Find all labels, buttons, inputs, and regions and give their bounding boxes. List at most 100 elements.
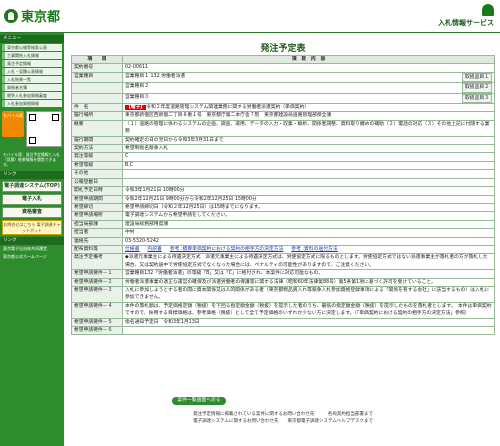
main-content: 発注予定表 項 目 項 目 内 容 契約番号 02-00611 営業種目 営業種目１ … (68, 33, 498, 336)
row-value-text: 希望申請締切日（令和２年12月25日）は15時までになります。 (125, 204, 263, 210)
table-row: 発注等級 C (71, 152, 495, 162)
footer: 発注予定情報に掲載されている案件に関するお問い合わせ先 各局契約担当部署まで 電… (68, 411, 498, 425)
table-row: 配布資料等 仕様書 内訳書 参考 :積算単価契約における契約の相手方の決定方法 参考 :… (71, 244, 495, 255)
table-row: 営業種目 営業種目１ 132 労働者派遣 取扱品目１ (71, 71, 495, 84)
table-row: 開札予定日時 令和3年1月21日 10時00分 (71, 186, 495, 196)
ginkgo-icon (482, 4, 494, 16)
row-label: 担当局部課 (71, 219, 123, 230)
sidebar-site-link[interactable]: 東京都公式ホームページ (0, 253, 64, 261)
table-row: 希望申請要件－２ 労働者派遣事業の適正な運営の確保及び派遣労働者の保護等に関する法… (71, 277, 495, 287)
row-value-text: 契約確定の日の翌日から令和3年3月31日まで (125, 137, 224, 143)
e-bidding-link[interactable]: 電子入札 (2, 194, 62, 205)
row-label: 開札予定日時 (71, 186, 123, 196)
document-link[interactable]: 仕様書 (125, 247, 139, 252)
sidebar-item[interactable]: 工事関係入札情報 (2, 52, 62, 59)
table-row: 契約番号 02-00611 (71, 63, 495, 73)
row-value-text: （１）道路の管理に係わるシステムの企画、調査、運用、データの入力・収集・解析、関… (125, 121, 490, 135)
handling-item: 取扱品目２ (462, 83, 492, 93)
row-label: 希望申請場所 (71, 211, 123, 221)
table-row: 営業種目３ 取扱品目３ (71, 92, 495, 105)
row-value-text: 建設局総務部用度課 (125, 221, 169, 227)
table-row: 希望申請場所 電子調達システムから希望申請をしてください。 (71, 211, 495, 221)
row-value-text: 令和２年度道路管理システム関連業務に関する労働者派遣契約（単価契約） (146, 105, 310, 111)
row-label: 営業種目 (71, 71, 123, 84)
sidebar-heading-menu: メニュー (0, 35, 64, 43)
sidebar-item[interactable]: 東京都公報等検索公表 (2, 44, 62, 51)
tokyo-logo[interactable]: 東京都 (4, 6, 60, 25)
table-header-row: 項 目 項 目 内 容 (71, 54, 495, 65)
sidebar-site-link[interactable]: 東京電子自治体共同運営 (0, 245, 64, 253)
row-value: 指名通知予定日 令和3年1月13日 (122, 317, 495, 328)
document-link[interactable]: 内訳書 (147, 247, 161, 252)
sidebar-item[interactable]: 入札参加資格情報 (2, 100, 62, 107)
logo-text: 東京都 (21, 10, 61, 25)
row-value: 本件の落札額は、予定価格定額（税抜）を下回る指定額金額（税抜）を提示した者のうち… (122, 301, 495, 319)
row-value-text: 営業種目132「労働者派遣」の等級「B」又は「C」に格付され、本案件に対応可能な… (125, 271, 324, 277)
row-value-text: 令和3年1月21日 10時00分 (125, 188, 185, 194)
document-link[interactable]: 参考 :積算単価契約における契約の相手方の決定方法 (170, 247, 283, 252)
sidebar-heading-links: リンク (0, 171, 64, 179)
back-to-list-button[interactable]: 案件一覧画面へ戻る (172, 397, 226, 405)
e-procurement-top-link[interactable]: 電子調達システム(TOP) (2, 181, 62, 192)
footer-line: 電子調達システムに関するお問い合わせ先 東京都電子調達システムヘルプデスクまで (193, 419, 373, 424)
row-value: B,C (122, 160, 495, 171)
row-value (122, 325, 495, 336)
table-row: 履行期間 契約確定の日の翌日から令和3年3月31日まで (71, 135, 495, 146)
row-value: 建設局総務部用度課 (122, 219, 495, 230)
table-row: 希望申請要件－１ 営業種目132「労働者派遣」の等級「B」又は「C」に格付され、本… (71, 269, 495, 279)
table-row: 発注予定備考 ◆派遣元事業主による待遇決定方式 派遣元事業主による待遇決定方式は、… (71, 253, 495, 271)
row-label: 希望申請期間 (71, 194, 123, 204)
row-value: 電子調達システムから希望申請をしてください。 (122, 211, 495, 221)
row-value: C (122, 152, 495, 162)
sidebar-item[interactable]: 発注予定情報 (2, 60, 62, 67)
col-header-item: 項 目 (71, 54, 123, 65)
qualification-link[interactable]: 資格審査 (2, 207, 62, 218)
chatbot-button[interactable]: お問合せはこちら 電子調達チャットボット (2, 220, 62, 235)
sidebar-item[interactable]: 競争入札参加資格審査 (2, 92, 62, 99)
row-label: 発注予定備考 (71, 253, 123, 271)
row-value: 03-5320-5242 (122, 236, 495, 246)
sidebar-item[interactable]: 入札・見積公表情報 (2, 68, 62, 75)
page-title: 発注予定表 (260, 44, 306, 54)
row-label: 契約方法 (71, 144, 123, 154)
detail-table: 項 目 項 目 内 容 契約番号 02-00611 営業種目 営業種目１ 132 労働… (71, 54, 495, 336)
table-row: 希望申請要件－５ 指名通知予定日 令和3年1月13日 (71, 317, 495, 328)
row-value-text: 営業種目３ (125, 94, 149, 100)
service-title: 入札情報サービス (438, 19, 494, 27)
row-label: 希望申請要件－６ (71, 325, 123, 336)
row-value-text: 電子調達システムから希望申請をしてください。 (125, 213, 231, 219)
row-value: 02-00611 (122, 63, 495, 73)
footer-line: 発注予定情報に掲載されている案件に関するお問い合わせ先 各局契約担当部署まで (193, 412, 373, 417)
table-row: その他 (71, 169, 495, 179)
row-value-text: 入札に参加しようとする者の間に資本関係又は人的関係がある者（東京都物品買入れ等競… (125, 287, 490, 301)
sidebar-item[interactable]: 資格者名簿 (2, 84, 62, 91)
sidebar-item[interactable]: 入札結果一覧 (2, 76, 62, 83)
row-label: 担当者 (71, 228, 123, 238)
document-link[interactable]: 参考 :資料の送付方法 (291, 247, 337, 252)
row-value: 営業種目１ 132 労働者派遣 取扱品目１ (122, 71, 495, 84)
table-row: 履行場所 東京都新宿区西新宿二丁目８番１号 東京都庁第二本庁舎７階 東京都建設局道… (71, 111, 495, 121)
mobile-section: モバイル版 (0, 108, 64, 150)
mobile-button[interactable]: モバイル版 (2, 111, 24, 137)
row-label: 履行場所 (71, 111, 123, 121)
row-label: 公報登載日 (71, 177, 123, 188)
row-label: その他 (71, 169, 123, 179)
row-value-text: 東京都新宿区西新宿二丁目８番１号 東京都庁第二本庁舎７階 東京都建設局道路管理部… (125, 113, 332, 119)
header-right: 入札情報サービス (438, 4, 494, 28)
row-label: 履行期間 (71, 135, 123, 146)
row-value-text: 希望制指名競争入札 (125, 146, 169, 152)
row-value (122, 169, 495, 179)
col-header-content: 項 目 内 容 (122, 54, 495, 65)
row-value: 令和2年12月21日 9時00分から令和2年12月25日 15時00分 (122, 194, 495, 204)
row-value: 希望申請締切日（令和２年12月25日）は15時までになります。 (122, 202, 495, 213)
row-value-text: 本件の落札額は、予定価格定額（税抜）を下回る指定額金額（税抜）を提示した者のうち… (125, 303, 492, 317)
table-row: 希望締切 希望申請締切日（令和２年12月25日）は15時までになります。 (71, 202, 495, 213)
table-row: 営業種目２ 取扱品目２ (71, 82, 495, 94)
row-value: 中村 (122, 228, 495, 238)
row-value-text: 指名通知予定日 令和3年1月13日 (125, 319, 200, 325)
row-value-text: 中村 (125, 230, 135, 236)
table-row: 担当局部課 建設局総務部用度課 (71, 219, 495, 230)
row-value: 営業種目２ 取扱品目２ (122, 82, 495, 94)
table-row: 希望申請期間 令和2年12月21日 9時00分から令和2年12月25日 15時00… (71, 194, 495, 204)
row-value: 仕様書 内訳書 参考 :積算単価契約における契約の相手方の決定方法 参考 :資料の送付… (122, 244, 495, 255)
